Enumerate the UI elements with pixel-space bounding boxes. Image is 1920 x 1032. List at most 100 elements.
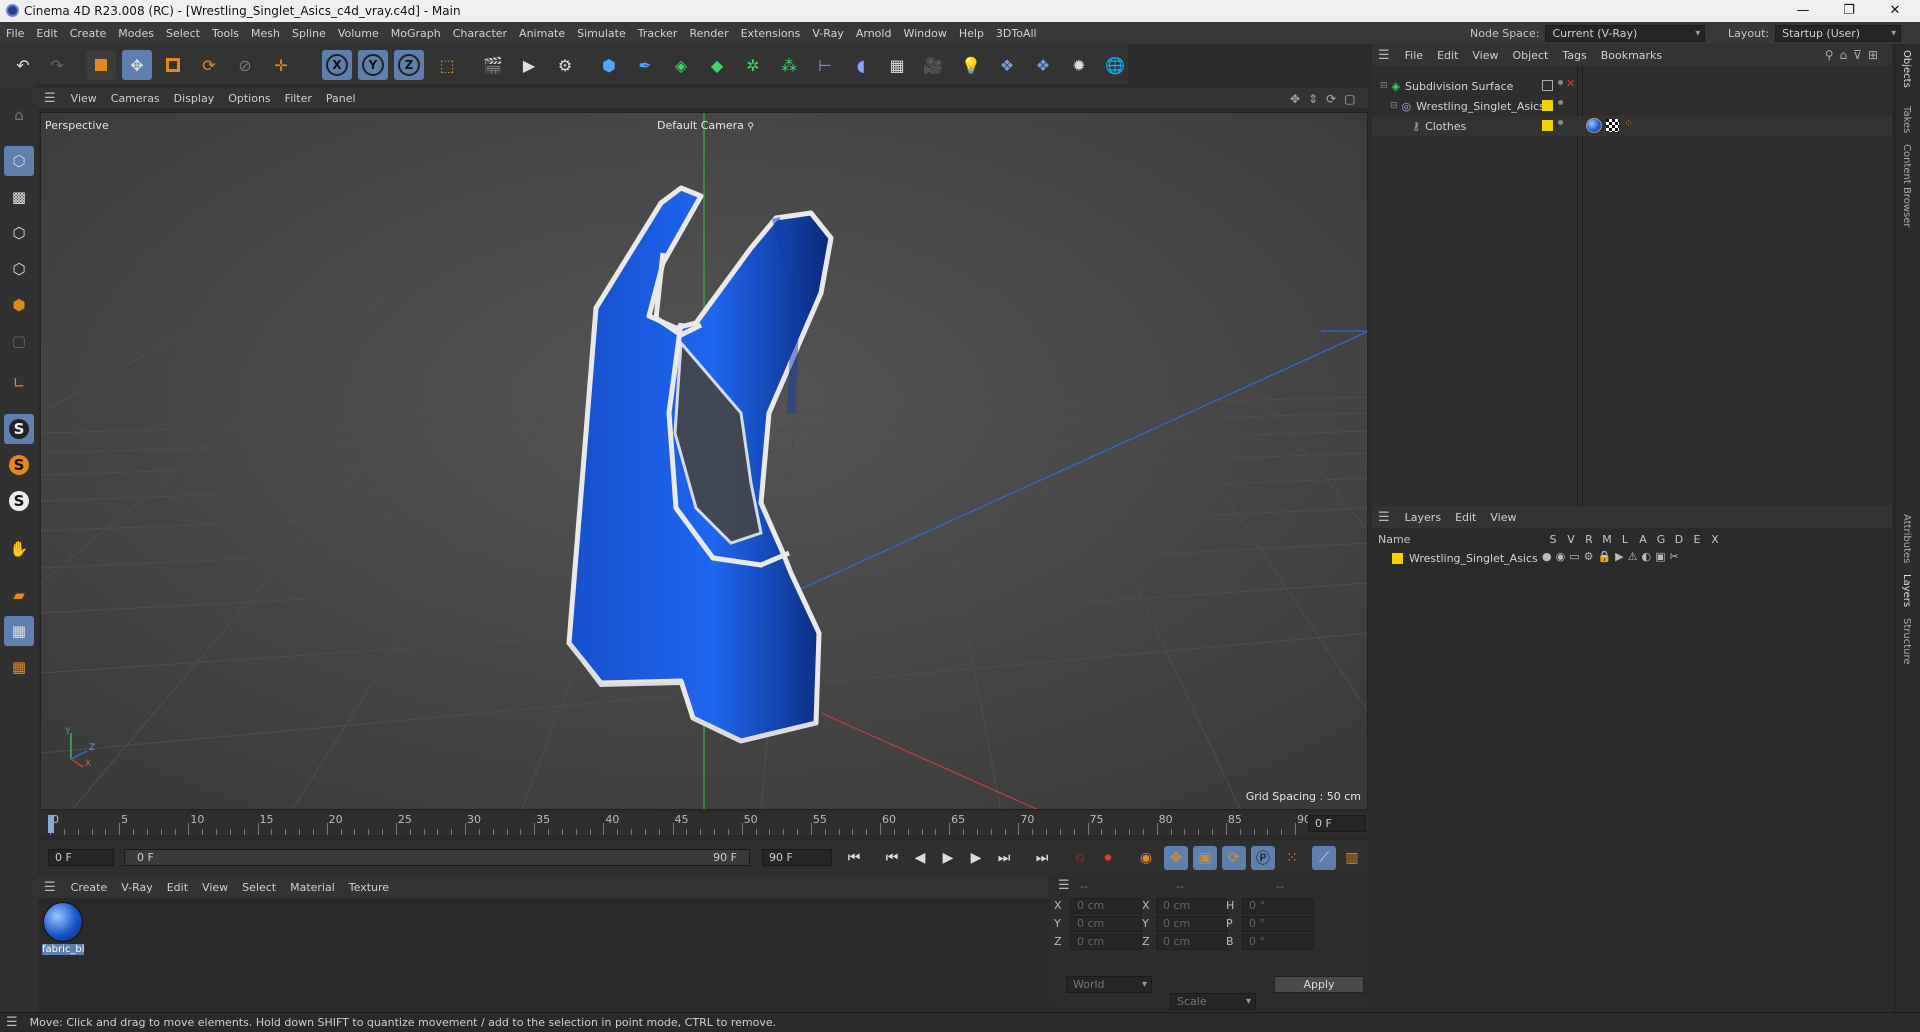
visibility-dot-icon[interactable] bbox=[1558, 120, 1563, 125]
layer-color-tag[interactable] bbox=[1542, 100, 1553, 111]
viewport-nav-icons[interactable]: ✥⇕⟳▢ bbox=[1290, 92, 1364, 106]
next-key-icon[interactable]: ⏭ bbox=[992, 846, 1016, 870]
layers-hamburger-icon[interactable]: ☰ bbox=[1372, 510, 1398, 525]
subdivision-surface-icon[interactable]: ◈ bbox=[666, 50, 696, 80]
menu-edit[interactable]: Edit bbox=[30, 27, 63, 40]
layer-flag-a[interactable]: A bbox=[1634, 533, 1652, 546]
menu-mesh[interactable]: Mesh bbox=[245, 27, 286, 40]
previous-key-icon[interactable]: ⏮ bbox=[880, 846, 904, 870]
pen-spline-icon[interactable]: ✒ bbox=[630, 50, 660, 80]
make-editable-icon[interactable]: ⌂ bbox=[4, 100, 34, 130]
status-hamburger-icon[interactable]: ☰ bbox=[0, 1015, 26, 1030]
render-view-icon[interactable]: 🎬 bbox=[478, 50, 508, 80]
material-menu-edit[interactable]: Edit bbox=[160, 881, 195, 894]
viewport-menu-display[interactable]: Display bbox=[167, 92, 222, 105]
keyframe-selection-icon[interactable]: ◉ bbox=[1134, 846, 1158, 870]
layer-flag-g[interactable]: G bbox=[1652, 533, 1670, 546]
coord-field[interactable]: 0 cm bbox=[1070, 916, 1142, 932]
coord-field[interactable]: 0 ° bbox=[1242, 916, 1314, 932]
objects-menu-edit[interactable]: Edit bbox=[1430, 49, 1465, 62]
menu-modes[interactable]: Modes bbox=[112, 27, 160, 40]
coords-hamburger-icon[interactable]: ☰ bbox=[1058, 878, 1070, 893]
snap-icon[interactable]: S bbox=[4, 414, 34, 444]
tab-objects[interactable]: Objects bbox=[1901, 50, 1912, 88]
layer-toggle-icons[interactable]: ●◉▭⚙🔒▶⚠◐▣✂ bbox=[1542, 550, 1683, 563]
material-menu-material[interactable]: Material bbox=[283, 881, 342, 894]
current-frame-field[interactable]: 0 F bbox=[48, 849, 114, 866]
python-script-icon[interactable]: ❖ bbox=[1028, 50, 1058, 80]
visibility-dot-icon[interactable] bbox=[1558, 80, 1563, 85]
z-axis-lock-icon[interactable]: Z bbox=[394, 50, 424, 80]
workplane-icon[interactable]: ▰ bbox=[4, 580, 34, 610]
menu-file[interactable]: File bbox=[0, 27, 30, 40]
minimize-button[interactable]: — bbox=[1780, 0, 1826, 22]
menu-render[interactable]: Render bbox=[683, 27, 734, 40]
y-axis-lock-icon[interactable]: Y bbox=[358, 50, 388, 80]
layer-flag-e[interactable]: E bbox=[1688, 533, 1706, 546]
scale-tool-icon[interactable] bbox=[158, 50, 188, 80]
visibility-dot-icon[interactable] bbox=[1558, 100, 1563, 105]
viewport-hamburger-icon[interactable]: ☰ bbox=[38, 91, 64, 106]
render-picture-viewer-icon[interactable]: ▶ bbox=[514, 50, 544, 80]
quantize-icon[interactable]: S bbox=[4, 486, 34, 516]
camera-label[interactable]: Default Camera ⚲ bbox=[657, 119, 754, 132]
menu-extensions[interactable]: Extensions bbox=[735, 27, 807, 40]
live-selection-icon[interactable] bbox=[86, 50, 116, 80]
key-position-icon[interactable]: ✥ bbox=[1164, 846, 1188, 870]
node-space-dropdown[interactable]: Current (V-Ray) bbox=[1545, 24, 1706, 42]
autokey-icon[interactable]: ⏺ bbox=[1096, 846, 1120, 870]
layout-dropdown[interactable]: Startup (User) bbox=[1775, 24, 1902, 42]
light-icon[interactable]: 💡 bbox=[956, 50, 986, 80]
polygon-mode-icon[interactable]: ⬢ bbox=[4, 290, 34, 320]
floor-icon[interactable]: ▦ bbox=[882, 50, 912, 80]
coord-space-dropdown[interactable]: World bbox=[1066, 976, 1152, 993]
objects-menu-tags[interactable]: Tags bbox=[1555, 49, 1593, 62]
objects-hamburger-icon[interactable]: ☰ bbox=[1372, 48, 1398, 63]
model-mode-icon[interactable]: ⬡ bbox=[4, 146, 34, 176]
menu-create[interactable]: Create bbox=[64, 27, 113, 40]
rotate-tool-icon[interactable]: ⟳ bbox=[194, 50, 224, 80]
end-frame-field[interactable]: 90 F bbox=[762, 849, 832, 866]
undo-icon[interactable]: ↶ bbox=[8, 50, 38, 80]
menu-spline[interactable]: Spline bbox=[286, 27, 332, 40]
settings-gear-icon[interactable]: ✹ bbox=[1064, 50, 1094, 80]
key-parameter-icon[interactable]: Ⓟ bbox=[1251, 846, 1275, 870]
python-icon[interactable]: ❖ bbox=[992, 50, 1022, 80]
menu-v-ray[interactable]: V-Ray bbox=[806, 27, 850, 40]
layer-color-tag[interactable] bbox=[1542, 120, 1553, 131]
layer-flag-m[interactable]: M bbox=[1598, 533, 1616, 546]
timeline-current-frame[interactable]: 0 F bbox=[1308, 815, 1366, 832]
object-row-subdivision[interactable]: ⊟ ◈ Subdivision Surface ✕ bbox=[1372, 76, 1892, 96]
menu-volume[interactable]: Volume bbox=[332, 27, 385, 40]
material-menu-select[interactable]: Select bbox=[235, 881, 283, 894]
previous-frame-icon[interactable]: ◀ bbox=[908, 846, 932, 870]
layer-flag-d[interactable]: D bbox=[1670, 533, 1688, 546]
viewport-menu-filter[interactable]: Filter bbox=[278, 92, 319, 105]
extrude-icon[interactable]: ◆ bbox=[702, 50, 732, 80]
viewport-menu-view[interactable]: View bbox=[64, 92, 104, 105]
axis-mode-icon[interactable]: ∟ bbox=[4, 368, 34, 398]
menu-character[interactable]: Character bbox=[447, 27, 513, 40]
edge-mode-icon[interactable]: ⬡ bbox=[4, 254, 34, 284]
cube-object-icon[interactable]: ⬢ bbox=[594, 50, 624, 80]
tab-takes[interactable]: Takes bbox=[1901, 106, 1912, 133]
snap-settings-icon[interactable]: S bbox=[4, 450, 34, 480]
3d-viewport[interactable]: Perspective Default Camera ⚲ Grid Spacin… bbox=[40, 112, 1368, 810]
objects-toolbar-icons[interactable]: ⚲⌂⊽⊞ bbox=[1825, 48, 1884, 62]
cloner-icon[interactable]: ✲ bbox=[738, 50, 768, 80]
next-frame-icon[interactable]: ▶ bbox=[964, 846, 988, 870]
tab-layers[interactable]: Layers bbox=[1901, 574, 1912, 607]
record-icon[interactable]: ⦸ bbox=[1068, 846, 1092, 870]
menu-simulate[interactable]: Simulate bbox=[571, 27, 632, 40]
menu-tracker[interactable]: Tracker bbox=[632, 27, 684, 40]
layers-menu-layers[interactable]: Layers bbox=[1398, 511, 1448, 524]
material-menu-texture[interactable]: Texture bbox=[342, 881, 396, 894]
tab-structure[interactable]: Structure bbox=[1901, 618, 1912, 665]
camera-icon[interactable]: 🎥 bbox=[918, 50, 948, 80]
timeline-ruler[interactable]: 0 5 10 15 20 25 30 35 40 45 50 55 60 65 70 75 80 85 90 0 F bbox=[40, 813, 1368, 835]
texture-mode-icon[interactable]: ▩ bbox=[4, 182, 34, 212]
timeline-window-icon[interactable]: ⟋ bbox=[1312, 846, 1336, 870]
goto-start-icon[interactable]: ⏮ bbox=[842, 846, 866, 870]
transform-tool-icon[interactable]: ⊘ bbox=[230, 50, 260, 80]
locked-workplane-icon[interactable]: ▦ bbox=[4, 652, 34, 682]
